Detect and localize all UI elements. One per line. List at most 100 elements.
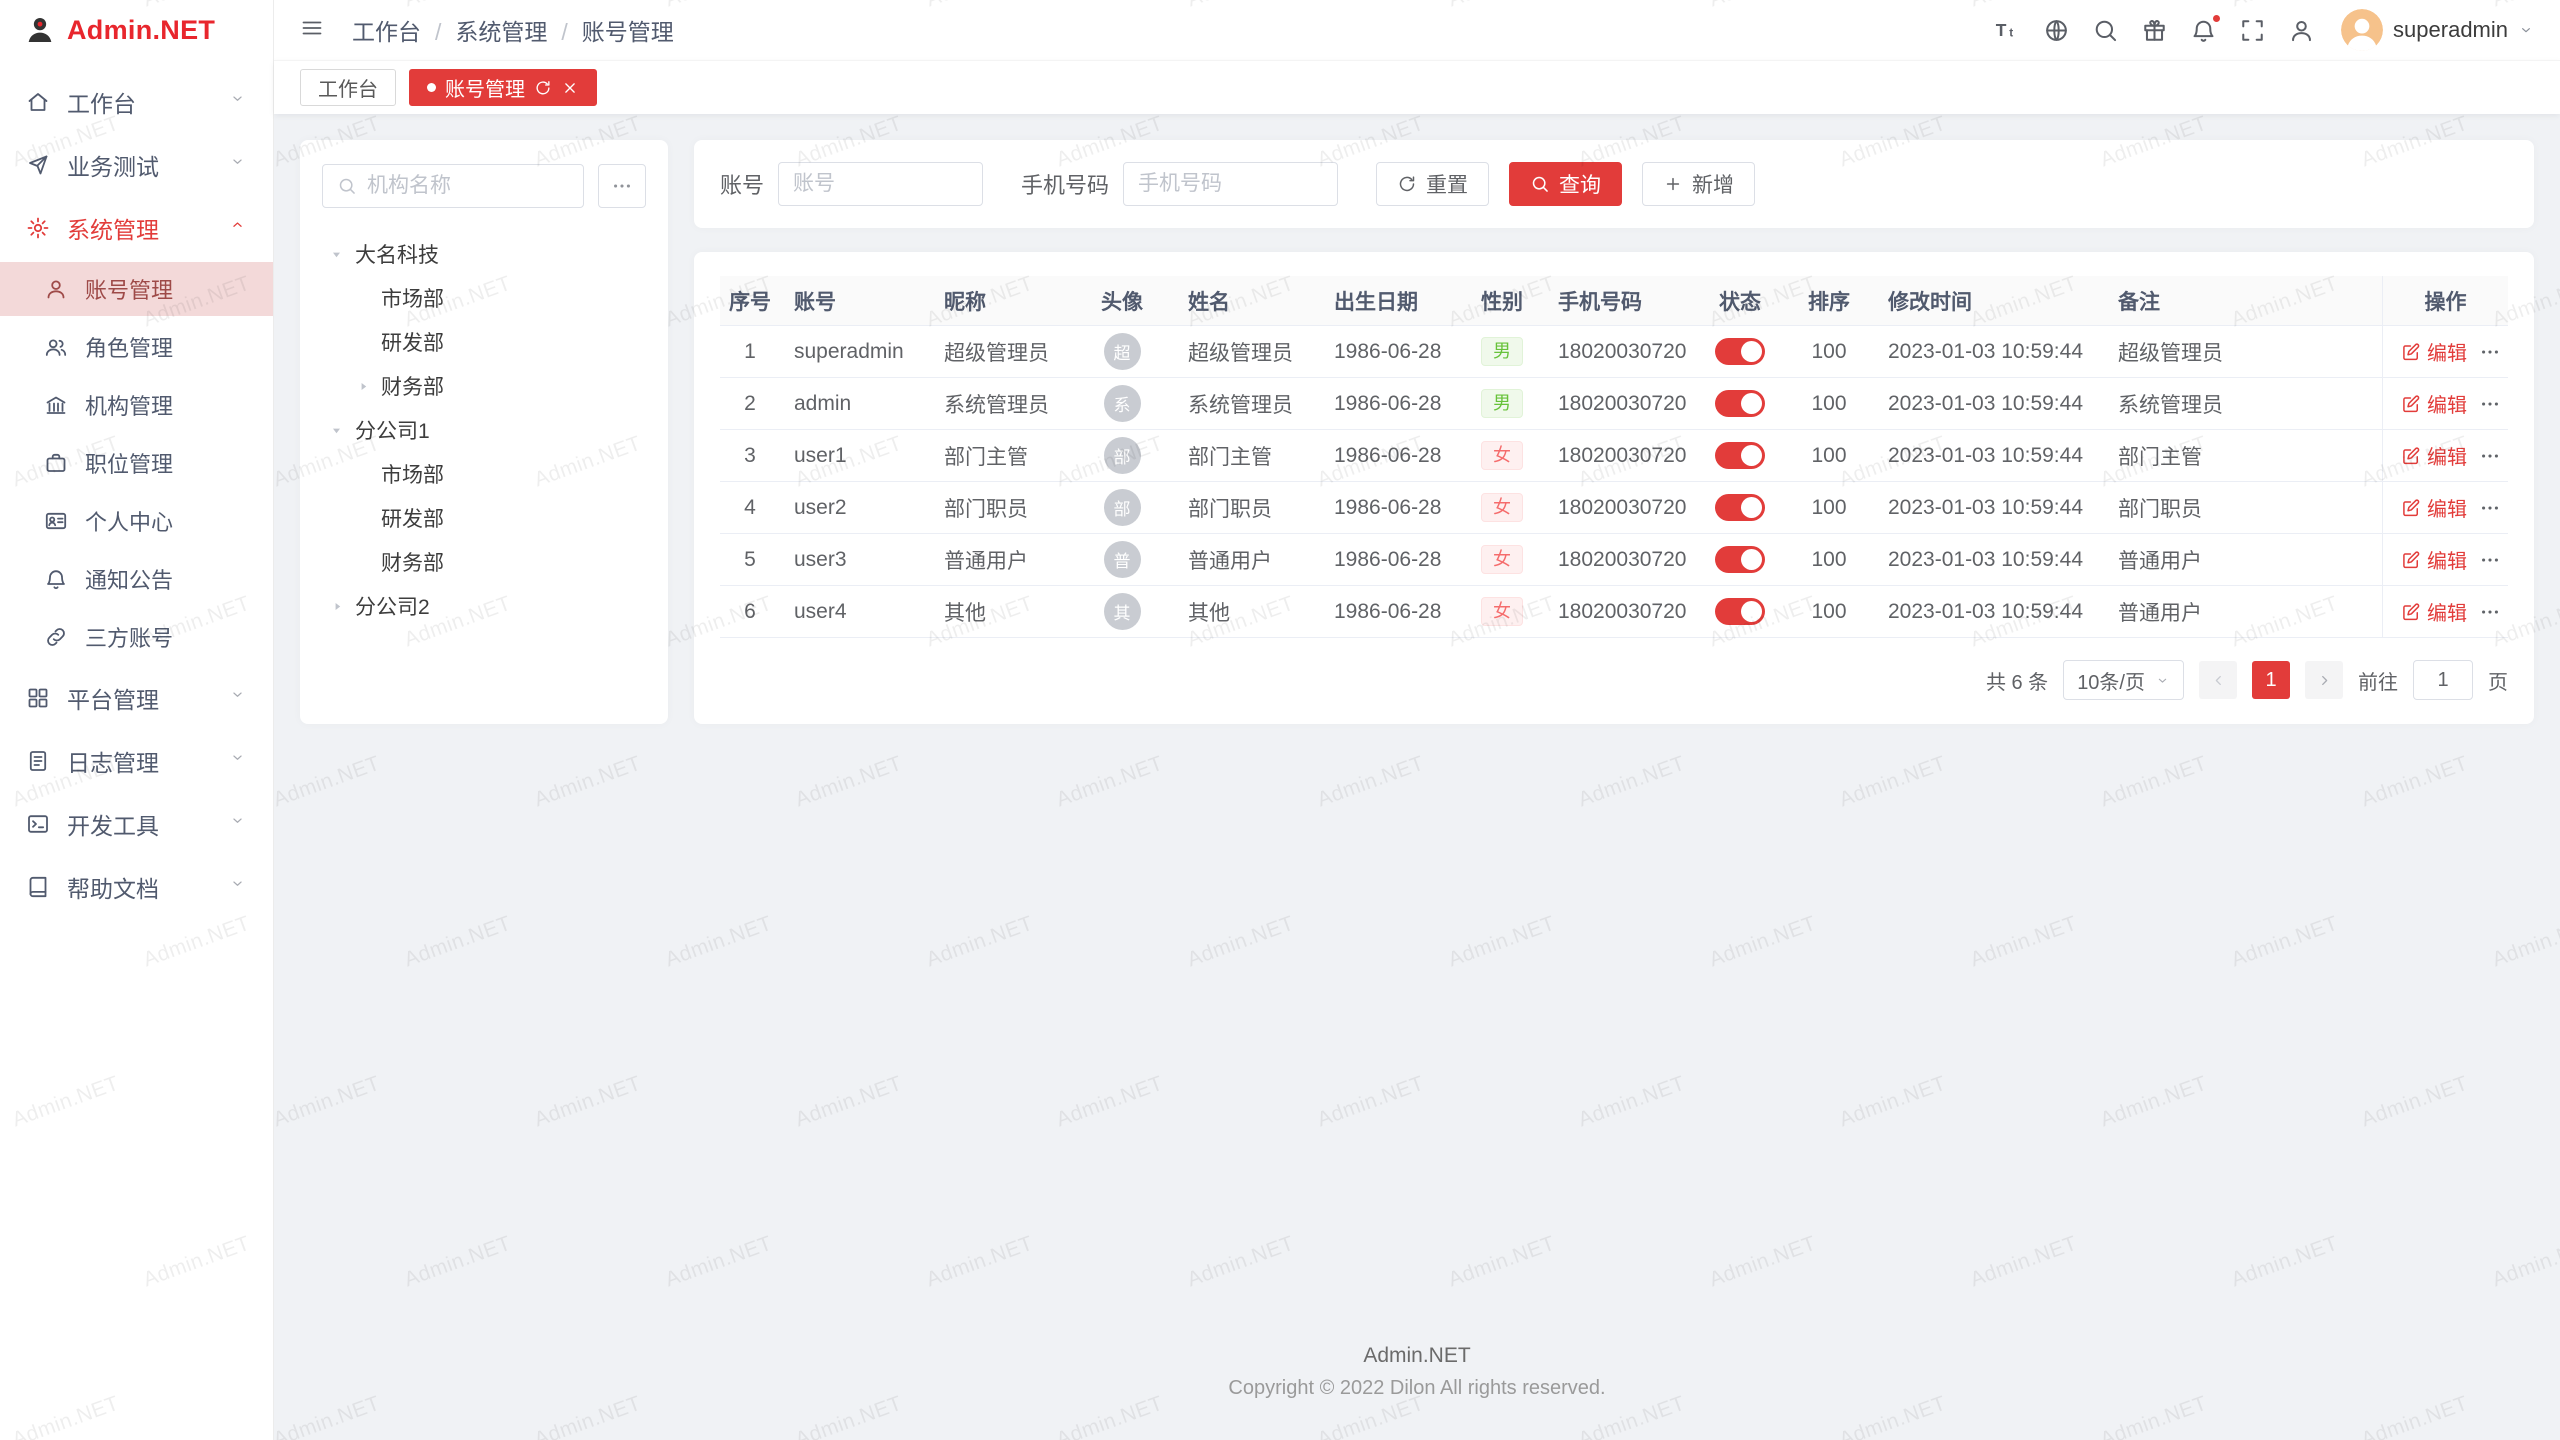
edit-button[interactable]: 编辑	[2401, 597, 2467, 626]
org-search-input[interactable]	[367, 174, 569, 198]
cell-nickname: 系统管理员	[930, 378, 1070, 429]
pagination: 共 6 条 10条/页 1 前	[720, 660, 2508, 700]
cell-account: user2	[780, 482, 930, 533]
sidebar-subitem[interactable]: 机构管理	[0, 378, 273, 432]
row-more-button[interactable]	[2479, 445, 2501, 467]
cell-gender: 女	[1460, 430, 1544, 481]
globe-icon[interactable]	[2043, 17, 2070, 44]
sidebar-subitem[interactable]: 职位管理	[0, 436, 273, 490]
more-icon	[2479, 601, 2501, 623]
sidebar-item[interactable]: 帮助文档	[0, 858, 273, 916]
hamburger-menu-icon[interactable]	[300, 16, 328, 44]
send-icon	[26, 153, 50, 177]
next-page-button[interactable]	[2305, 661, 2343, 699]
tree-node[interactable]: 市场部	[322, 276, 646, 320]
svg-text:t: t	[2009, 25, 2013, 39]
cell-phone: 18020030720	[1544, 534, 1696, 585]
status-toggle[interactable]	[1715, 598, 1765, 625]
row-more-button[interactable]	[2479, 341, 2501, 363]
cell-phone: 18020030720	[1544, 326, 1696, 377]
tree-node[interactable]: 研发部	[322, 496, 646, 540]
breadcrumb-item[interactable]: 系统管理	[455, 13, 581, 47]
sidebar-item[interactable]: 业务测试	[0, 136, 273, 194]
chevron-down-icon	[229, 875, 253, 899]
status-toggle[interactable]	[1715, 546, 1765, 573]
cell-status	[1696, 430, 1784, 481]
phone-field	[1123, 162, 1338, 206]
tree-more-button[interactable]	[598, 164, 646, 208]
prev-page-button[interactable]	[2199, 661, 2237, 699]
users-icon	[44, 335, 68, 359]
breadcrumb-item[interactable]: 工作台	[352, 13, 455, 47]
edit-button[interactable]: 编辑	[2401, 337, 2467, 366]
cell-remark: 部门职员	[2104, 482, 2382, 533]
text-size-icon[interactable]: Tt	[1994, 17, 2021, 44]
cell-gender: 女	[1460, 482, 1544, 533]
status-toggle[interactable]	[1715, 494, 1765, 521]
page-number-button[interactable]: 1	[2252, 661, 2290, 699]
footer-title: Admin.NET	[300, 1344, 2534, 1368]
tab-1[interactable]: 账号管理	[409, 69, 597, 106]
sidebar-item[interactable]: 开发工具	[0, 795, 273, 853]
search-button[interactable]: 查询	[1509, 162, 1622, 206]
sidebar-subitem[interactable]: 三方账号	[0, 610, 273, 664]
cell-sort: 100	[1784, 430, 1874, 481]
sidebar-subitem[interactable]: 个人中心	[0, 494, 273, 548]
row-more-button[interactable]	[2479, 601, 2501, 623]
cell-index: 4	[720, 482, 780, 533]
chevron-down-icon	[2518, 22, 2534, 38]
user-menu[interactable]: superadmin	[2341, 9, 2534, 51]
cell-name: 系统管理员	[1174, 378, 1320, 429]
edit-button[interactable]: 编辑	[2401, 545, 2467, 574]
sidebar-subitem[interactable]: 角色管理	[0, 320, 273, 374]
tree-node[interactable]: 分公司2	[322, 584, 646, 628]
cell-sort: 100	[1784, 326, 1874, 377]
sidebar-item[interactable]: 系统管理	[0, 199, 273, 257]
reset-button[interactable]: 重置	[1376, 162, 1489, 206]
add-button[interactable]: 新增	[1642, 162, 1755, 206]
tree-node[interactable]: 市场部	[322, 452, 646, 496]
sidebar-item[interactable]: 工作台	[0, 73, 273, 131]
tab-0[interactable]: 工作台	[300, 69, 396, 106]
edit-button[interactable]: 编辑	[2401, 493, 2467, 522]
sidebar-item[interactable]: 日志管理	[0, 732, 273, 790]
sidebar-subitem[interactable]: 账号管理	[0, 262, 273, 316]
fullscreen-icon[interactable]	[2239, 17, 2266, 44]
tree-node[interactable]: 财务部	[322, 364, 646, 408]
content: 大名科技市场部研发部财务部分公司1市场部研发部财务部分公司2 账号 手	[274, 114, 2560, 1440]
avatar: 普	[1104, 541, 1141, 578]
row-more-button[interactable]	[2479, 497, 2501, 519]
cell-sort: 100	[1784, 534, 1874, 585]
tree-node[interactable]: 财务部	[322, 540, 646, 584]
account-input[interactable]	[793, 172, 968, 196]
status-toggle[interactable]	[1715, 390, 1765, 417]
table-body: 1superadmin超级管理员超超级管理员1986-06-28男1802003…	[720, 326, 2508, 638]
page-footer: Admin.NET Copyright © 2022 Dilon All rig…	[300, 1344, 2534, 1414]
bell-icon[interactable]	[2190, 17, 2217, 44]
sidebar-subitem[interactable]: 通知公告	[0, 552, 273, 606]
accounts-table-panel: 序号账号昵称头像姓名出生日期性别手机号码状态排序修改时间备注操作 1supera…	[694, 252, 2534, 724]
sidebar-item[interactable]: 平台管理	[0, 669, 273, 727]
phone-input[interactable]	[1138, 172, 1323, 196]
gift-icon[interactable]	[2141, 17, 2168, 44]
table-row: 6user4其他其其他1986-06-28女180200307201002023…	[720, 586, 2508, 638]
row-more-button[interactable]	[2479, 549, 2501, 571]
edit-button[interactable]: 编辑	[2401, 441, 2467, 470]
cell-account: user3	[780, 534, 930, 585]
cell-name: 超级管理员	[1174, 326, 1320, 377]
cell-avatar: 其	[1070, 586, 1174, 637]
chevron-down-icon	[2155, 673, 2170, 688]
edit-button[interactable]: 编辑	[2401, 389, 2467, 418]
tree-node[interactable]: 分公司1	[322, 408, 646, 452]
tree-search-row	[322, 164, 646, 208]
tree-node[interactable]: 大名科技	[322, 232, 646, 276]
status-toggle[interactable]	[1715, 442, 1765, 469]
tree-node[interactable]: 研发部	[322, 320, 646, 364]
person-icon[interactable]	[2288, 17, 2315, 44]
chevron-left-icon	[2210, 672, 2227, 689]
status-toggle[interactable]	[1715, 338, 1765, 365]
page-size-select[interactable]: 10条/页	[2063, 660, 2184, 700]
row-more-button[interactable]	[2479, 393, 2501, 415]
goto-page-input[interactable]	[2414, 661, 2472, 699]
search-icon[interactable]	[2092, 17, 2119, 44]
